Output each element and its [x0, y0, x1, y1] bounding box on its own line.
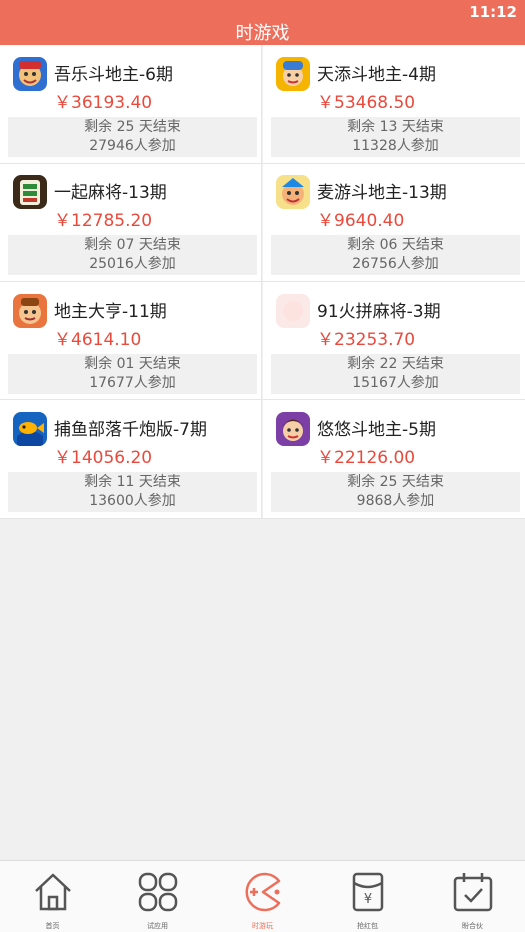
game-card[interactable]: 悠悠斗地主-5期 ￥22126.00 剩余 25 天结束 9868人参加 — [263, 400, 525, 518]
row-divider — [0, 163, 525, 164]
game-info-box: 剩余 11 天结束 13600人参加 — [8, 472, 257, 512]
gamepad-icon — [245, 872, 281, 912]
game-name: 91火拼麻将-3期 — [317, 302, 441, 322]
game-name: 麦游斗地主-13期 — [317, 183, 447, 203]
participant-count: 11328人参加 — [352, 138, 439, 154]
tab-label: 时游玩 — [252, 922, 273, 930]
yiqi-majiang-icon — [13, 175, 47, 209]
tiantian-doudizhu-icon — [276, 57, 310, 91]
buyu-buluo-icon — [13, 412, 47, 446]
dizhu-daheng-icon — [13, 294, 47, 328]
game-info-box: 剩余 22 天结束 15167人参加 — [271, 354, 520, 394]
game-name: 捕鱼部落千炮版-7期 — [54, 420, 207, 440]
game-info-box: 剩余 01 天结束 17677人参加 — [8, 354, 257, 394]
remaining-days: 剩余 06 天结束 — [347, 237, 444, 253]
wule-doudizhu-icon — [13, 57, 47, 91]
page-title: 时游戏 — [235, 23, 290, 44]
91-huopin-majiang-icon — [276, 294, 310, 328]
game-card[interactable]: 天添斗地主-4期 ￥53468.50 剩余 13 天结束 11328人参加 — [263, 45, 525, 163]
maiyou-doudizhu-icon — [276, 175, 310, 209]
remaining-days: 剩余 22 天结束 — [347, 356, 444, 372]
game-card[interactable]: 吾乐斗地主-6期 ￥36193.40 剩余 25 天结束 27946人参加 — [0, 45, 262, 163]
remaining-days: 剩余 25 天结束 — [347, 474, 444, 490]
row-divider — [0, 399, 525, 400]
participant-count: 9868人参加 — [356, 493, 435, 509]
game-card[interactable]: 一起麻将-13期 ￥12785.20 剩余 07 天结束 25016人参加 — [0, 163, 262, 281]
remaining-days: 剩余 13 天结束 — [347, 119, 444, 135]
game-info-box: 剩余 06 天结束 26756人参加 — [271, 235, 520, 275]
participant-count: 25016人参加 — [89, 256, 176, 272]
game-name: 悠悠斗地主-5期 — [317, 420, 436, 440]
remaining-days: 剩余 25 天结束 — [84, 119, 181, 135]
tab-label: 试应用 — [147, 922, 168, 930]
prize-amount: ￥22126.00 — [317, 448, 416, 468]
game-card[interactable]: 麦游斗地主-13期 ￥9640.40 剩余 06 天结束 26756人参加 — [263, 163, 525, 281]
game-name: 吾乐斗地主-6期 — [54, 65, 173, 85]
game-info-box: 剩余 07 天结束 25016人参加 — [8, 235, 257, 275]
row-divider — [0, 281, 525, 282]
tab-label: 首页 — [45, 922, 60, 930]
row-divider — [0, 518, 525, 519]
tab-home[interactable]: 首页 — [0, 861, 105, 932]
prize-amount: ￥14056.20 — [54, 448, 153, 468]
tab-red-envelope[interactable]: ¥ 抢红包 — [315, 861, 420, 932]
tab-partner[interactable]: 盼合伙 — [420, 861, 525, 932]
participant-count: 17677人参加 — [89, 375, 176, 391]
svg-text:¥: ¥ — [364, 892, 372, 907]
game-card[interactable]: 捕鱼部落千炮版-7期 ￥14056.20 剩余 11 天结束 13600人参加 — [0, 400, 262, 518]
game-name: 地主大亨-11期 — [54, 302, 167, 322]
game-info-box: 剩余 25 天结束 9868人参加 — [271, 472, 520, 512]
participant-count: 15167人参加 — [352, 375, 439, 391]
game-card[interactable]: 91火拼麻将-3期 ￥23253.70 剩余 22 天结束 15167人参加 — [263, 282, 525, 400]
participant-count: 27946人参加 — [89, 138, 176, 154]
top-header: 11:12 时游戏 — [0, 0, 525, 45]
prize-amount: ￥9640.40 — [317, 211, 405, 231]
game-info-box: 剩余 25 天结束 27946人参加 — [8, 117, 257, 157]
prize-amount: ￥36193.40 — [54, 93, 153, 113]
prize-amount: ￥12785.20 — [54, 211, 153, 231]
tab-label: 抢红包 — [357, 922, 378, 930]
apps-grid-icon — [138, 872, 178, 912]
participant-count: 13600人参加 — [89, 493, 176, 509]
game-name: 天添斗地主-4期 — [317, 65, 436, 85]
tab-games[interactable]: 时游玩 — [210, 861, 315, 932]
remaining-days: 剩余 07 天结束 — [84, 237, 181, 253]
bottom-tab-bar: 首页 试应用 时游玩 ¥ 抢红包 盼合伙 — [0, 860, 525, 932]
game-info-box: 剩余 13 天结束 11328人参加 — [271, 117, 520, 157]
tab-label: 盼合伙 — [462, 922, 483, 930]
prize-amount: ￥4614.10 — [54, 330, 142, 350]
youyou-doudizhu-icon — [276, 412, 310, 446]
remaining-days: 剩余 01 天结束 — [84, 356, 181, 372]
calendar-check-icon — [453, 873, 493, 912]
home-icon — [35, 873, 71, 911]
prize-amount: ￥23253.70 — [317, 330, 416, 350]
game-name: 一起麻将-13期 — [54, 183, 167, 203]
prize-amount: ￥53468.50 — [317, 93, 416, 113]
remaining-days: 剩余 11 天结束 — [84, 474, 181, 490]
participant-count: 26756人参加 — [352, 256, 439, 272]
game-card[interactable]: 地主大亨-11期 ￥4614.10 剩余 01 天结束 17677人参加 — [0, 282, 262, 400]
red-envelope-icon: ¥ — [352, 872, 384, 912]
tab-try-apps[interactable]: 试应用 — [105, 861, 210, 932]
